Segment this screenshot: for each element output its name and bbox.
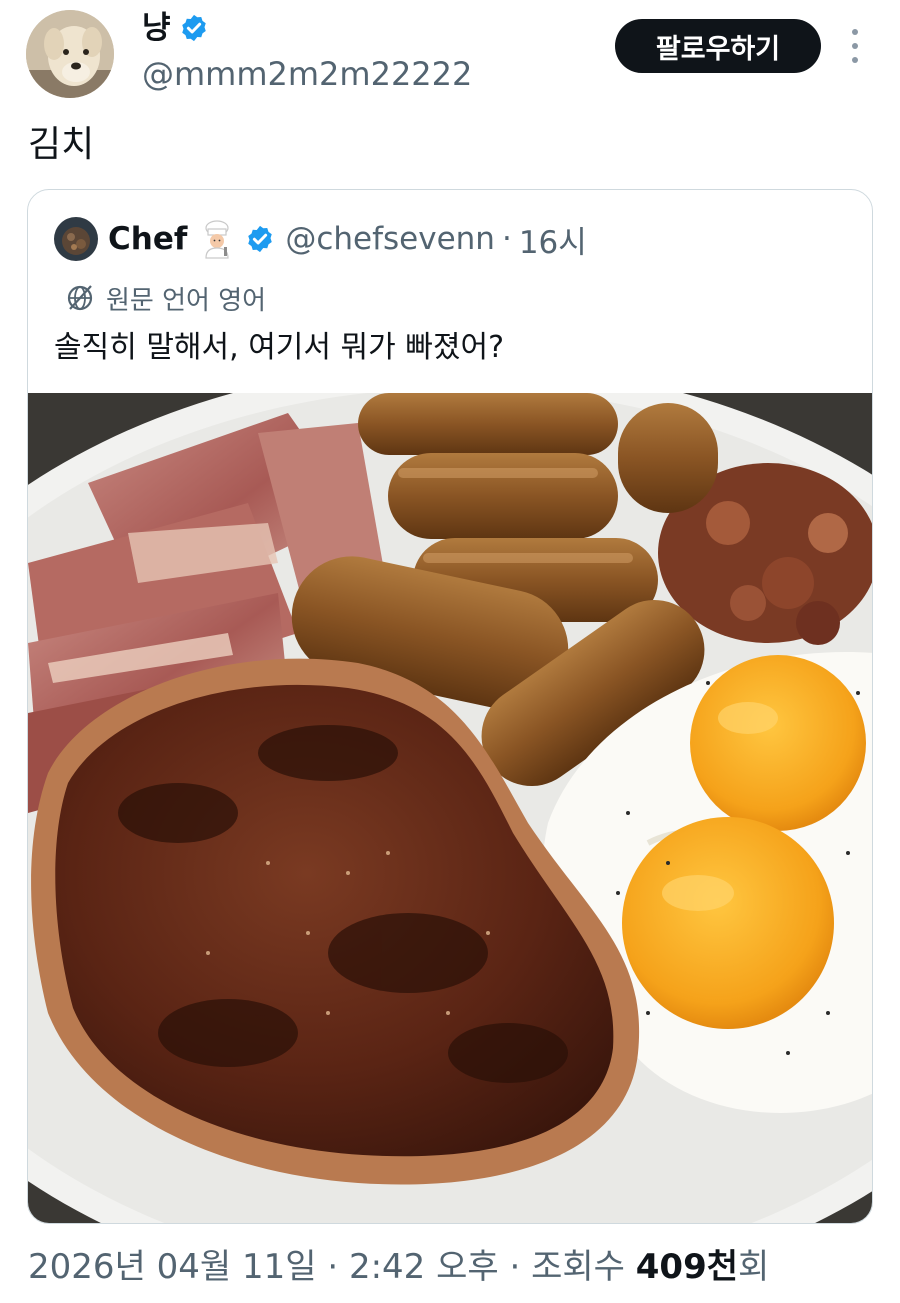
verified-badge-icon [181,14,206,42]
globe-icon [67,285,93,311]
cook-emoji-icon [205,220,229,259]
more-dot [852,57,858,63]
avatar[interactable] [26,10,114,98]
author-display-name[interactable]: 냥 [142,8,209,48]
more-dot [852,43,858,49]
dog-avatar-image [26,10,114,98]
tweet-time[interactable]: 2:42 오후 [349,1247,499,1287]
author-name-text: 냥 [142,10,171,46]
tweet-text: 김치 [28,124,95,165]
views-label: 조회수 [531,1247,625,1287]
views-suffix: 회 [738,1247,770,1287]
views-count: 409천 [635,1247,739,1287]
chef-avatar-image [54,217,98,261]
more-dot [852,29,858,35]
follow-button[interactable]: 팔로우하기 [615,19,821,73]
quote-verified-badge-icon [248,225,273,253]
quoted-tweet[interactable]: Chef @chefsevenn · 16시 원문 언어 영어 솔직히 말해서,… [27,189,873,1224]
quote-timestamp[interactable]: 16시 [519,217,587,262]
meta-separator: · [509,1247,521,1287]
more-vertical-icon[interactable] [843,26,867,66]
meta-separator: · [327,1247,339,1287]
translation-note: 원문 언어 영어 [64,278,266,318]
tweet-date[interactable]: 2026년 04월 11일 [28,1247,317,1287]
quote-separator: · [501,221,512,257]
quote-author-handle[interactable]: @chefsevenn [285,221,495,257]
translation-label: 원문 언어 영어 [106,285,267,316]
quote-text: 솔직히 말해서, 여기서 뭐가 빠졌어? [54,330,505,365]
quote-author-avatar[interactable] [54,217,98,261]
quote-header: Chef @chefsevenn · 16시 [108,217,587,261]
tweet-meta: 2026년 04월 11일 · 2:42 오후 · 조회수 409천회 [28,1242,769,1292]
author-handle[interactable]: @mmm2m2m22222 [142,54,472,94]
breakfast-plate-photo[interactable] [28,393,873,1224]
quote-author-name[interactable]: Chef [108,221,187,257]
